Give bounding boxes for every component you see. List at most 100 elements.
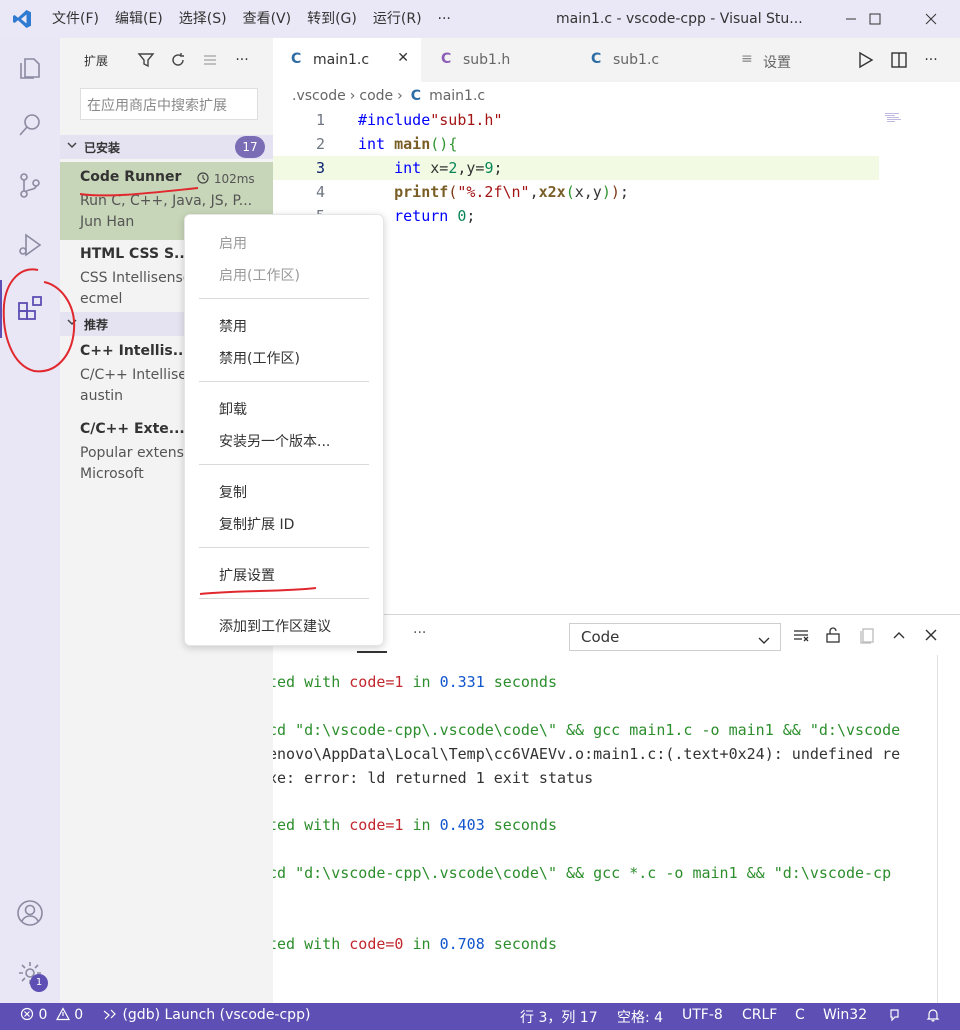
menu-item-disable-workspace[interactable]: 禁用(工作区) (219, 348, 300, 372)
tab-label: sub1.h (463, 52, 511, 68)
maximize-button[interactable] (852, 0, 898, 38)
tab-main1-c[interactable]: C main1.c ✕ (273, 38, 421, 82)
breadcrumb-item[interactable]: main1.c (429, 88, 485, 104)
extensions-icon[interactable] (0, 280, 60, 338)
notifications-bell-icon[interactable] (925, 1007, 941, 1027)
extension-name: C/C++ Exte... (80, 421, 185, 437)
menu-selection[interactable]: 选择(S) (171, 0, 235, 38)
h-file-icon: C (441, 51, 452, 67)
run-code-icon[interactable] (853, 48, 877, 72)
gear-icon[interactable] (0, 944, 60, 1002)
panel-more-icon[interactable]: ··· (413, 625, 426, 641)
indentation[interactable]: 空格: 4 (617, 1007, 663, 1027)
platform[interactable]: Win32 (823, 1007, 867, 1023)
menu-run[interactable]: 运行(R) (365, 0, 430, 38)
chevron-down-icon (66, 316, 78, 331)
lock-icon[interactable] (823, 625, 843, 645)
title-bar: 文件(F) 编辑(E) 选择(S) 查看(V) 转到(G) 运行(R) ··· … (0, 0, 960, 38)
extension-publisher: ecmel (80, 291, 123, 307)
clear-output-icon[interactable] (791, 625, 811, 645)
menu-item-install-another-version[interactable]: 安装另一个版本... (219, 431, 330, 455)
language-mode[interactable]: C (795, 1007, 805, 1023)
extension-description: Run C, C++, Java, JS, P... (80, 193, 253, 209)
close-tab-icon[interactable]: ✕ (397, 50, 409, 66)
tab-sub1-c[interactable]: C sub1.c (573, 38, 721, 82)
line-number: 1 (315, 111, 325, 129)
explorer-icon[interactable] (0, 38, 60, 96)
window-title: main1.c - vscode-cpp - Visual Stu... (556, 11, 803, 27)
encoding[interactable]: UTF-8 (682, 1007, 723, 1023)
menu-separator (199, 598, 369, 599)
output-line: ted with code=0 in 0.708 seconds (273, 935, 557, 953)
feedback-icon[interactable] (888, 1007, 904, 1027)
code-line[interactable]: 4 printf("%.2f\n",x2x(x,y)); (273, 180, 879, 204)
warning-icon (55, 1007, 74, 1023)
problems-status[interactable]: 0 0 (20, 1007, 83, 1023)
tab-label: 设置 (763, 55, 791, 71)
clear-results-icon[interactable] (198, 48, 222, 72)
menu-item-extension-settings[interactable]: 扩展设置 (219, 565, 275, 589)
split-editor-icon[interactable] (887, 48, 911, 72)
code-line[interactable]: 3 int x=2,y=9; (273, 156, 879, 180)
filter-icon[interactable] (134, 48, 158, 72)
output-tab-indicator[interactable] (357, 651, 387, 653)
output-line: enovo\AppData\Local\Temp\cc6VAEVv.o:main… (273, 745, 901, 763)
menu-item-enable[interactable]: 启用 (219, 233, 247, 257)
chevron-down-icon (758, 632, 770, 650)
breadcrumb-item[interactable]: .vscode (292, 88, 346, 104)
editor-more-actions-icon[interactable]: ··· (919, 48, 943, 72)
copy-output-icon[interactable] (857, 625, 877, 645)
sidebar-title: 扩展 (84, 54, 109, 68)
output-line: ted with code=1 in 0.331 seconds (273, 673, 557, 691)
extension-name: HTML CSS S... (80, 246, 190, 262)
menu-item-uninstall[interactable]: 卸载 (219, 399, 247, 423)
refresh-icon[interactable] (166, 48, 190, 72)
status-bar: 0 0 (gdb) Launch (vscode-cpp) 行 3，列 17 空… (0, 1003, 960, 1030)
output-log[interactable]: ted with code=1 in 0.331 seconds cd "d:\v… (273, 671, 960, 991)
menu-separator (199, 298, 369, 299)
close-window-button[interactable] (908, 0, 954, 38)
extensions-search-input[interactable]: 在应用商店中搜索扩展 (80, 88, 258, 120)
installed-count-badge: 17 (235, 136, 265, 158)
debug-launch-status[interactable]: (gdb) Launch (vscode-cpp) (102, 1007, 310, 1023)
search-icon[interactable] (0, 96, 60, 154)
maximize-panel-icon[interactable] (889, 625, 909, 645)
menu-edit[interactable]: 编辑(E) (107, 0, 171, 38)
code-text: int x=2,y=9; (394, 159, 503, 177)
cursor-position[interactable]: 行 3，列 17 (520, 1007, 598, 1027)
output-channel-select[interactable]: Code (569, 623, 781, 651)
c-file-icon: C (410, 88, 422, 104)
code-line[interactable]: 2 int main(){ (273, 132, 879, 156)
menu-file[interactable]: 文件(F) (44, 0, 107, 38)
output-panel: ··· Code ted with code=1 in 0.331 second… (273, 614, 960, 1004)
more-actions-icon[interactable]: ··· (230, 48, 254, 72)
account-icon[interactable] (0, 884, 60, 942)
extension-publisher: Microsoft (80, 466, 144, 482)
tab-sub1-h[interactable]: C sub1.h (423, 38, 571, 82)
vscode-logo-icon[interactable] (0, 0, 44, 38)
line-number: 2 (315, 135, 325, 153)
menu-item-disable[interactable]: 禁用 (219, 316, 247, 340)
run-debug-icon[interactable] (0, 216, 60, 274)
breadcrumb-item[interactable]: code (359, 88, 393, 104)
menu-item-copy[interactable]: 复制 (219, 482, 247, 506)
code-line[interactable]: 1 #include"sub1.h" (273, 108, 879, 132)
end-of-line[interactable]: CRLF (742, 1007, 777, 1023)
extension-name: Code Runner (80, 169, 182, 185)
menu-view[interactable]: 查看(V) (235, 0, 300, 38)
output-line: cd "d:\vscode-cpp\.vscode\code\" && gcc … (273, 864, 892, 882)
installed-section-header[interactable]: 已安装 17 (60, 135, 273, 159)
tab-settings[interactable]: ≡ 设置 (723, 38, 845, 82)
debug-config-icon (102, 1007, 122, 1023)
menu-more[interactable]: ··· (430, 0, 459, 38)
minimap[interactable] (885, 110, 901, 122)
c-file-icon: C (591, 51, 602, 67)
menu-item-add-to-workspace-recommendations[interactable]: 添加到工作区建议 (219, 616, 331, 640)
source-control-icon[interactable] (0, 156, 60, 214)
close-panel-icon[interactable] (921, 625, 941, 645)
menu-go[interactable]: 转到(G) (299, 0, 365, 38)
code-text: int main(){ (358, 135, 458, 153)
menu-item-copy-extension-id[interactable]: 复制扩展 ID (219, 514, 294, 538)
menu-item-enable-workspace[interactable]: 启用(工作区) (219, 265, 300, 289)
warning-count: 0 (74, 1007, 84, 1023)
